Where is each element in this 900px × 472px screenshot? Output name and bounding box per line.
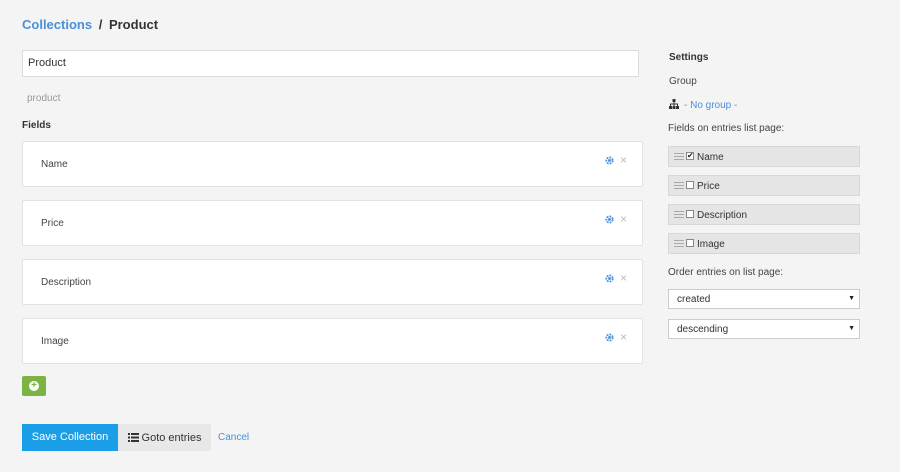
field-label: Description — [41, 277, 92, 288]
list-field-name[interactable]: ✔ Name — [668, 146, 860, 167]
gear-icon[interactable] — [605, 215, 614, 224]
list-field-checkbox[interactable] — [686, 181, 694, 189]
field-card-name[interactable]: Name × — [22, 141, 643, 187]
list-field-label: Image — [697, 239, 725, 250]
list-field-checkbox[interactable] — [686, 210, 694, 218]
settings-heading: Settings — [669, 52, 709, 63]
close-icon[interactable]: × — [620, 213, 627, 225]
add-field-button[interactable]: + — [22, 376, 46, 396]
list-field-price[interactable]: Price — [668, 175, 860, 196]
plus-icon: + — [29, 381, 39, 391]
drag-handle-icon[interactable] — [674, 211, 684, 219]
close-icon[interactable]: × — [620, 272, 627, 284]
chevron-down-icon: ▼ — [848, 325, 855, 332]
list-field-label: Price — [697, 181, 720, 192]
save-collection-button[interactable]: Save Collection — [22, 424, 118, 451]
gear-icon[interactable] — [605, 333, 614, 342]
breadcrumb-current: Product — [108, 17, 159, 32]
list-field-label: Name — [697, 152, 724, 163]
list-field-image[interactable]: Image — [668, 233, 860, 254]
goto-entries-button[interactable]: Goto entries — [118, 424, 211, 451]
field-label: Price — [41, 218, 64, 229]
gear-icon[interactable] — [605, 274, 614, 283]
field-label: Image — [41, 336, 69, 347]
order-direction-select[interactable]: descending ▼ — [668, 319, 860, 339]
group-select-link[interactable]: - No group - — [684, 100, 737, 111]
field-label: Name — [41, 159, 68, 170]
group-label: Group — [669, 76, 697, 87]
order-by-select[interactable]: created ▼ — [668, 289, 860, 309]
collection-slug: product — [27, 93, 61, 104]
order-entries-label: Order entries on list page: — [668, 267, 784, 278]
breadcrumb-collections-link[interactable]: Collections — [22, 17, 92, 32]
list-field-checkbox[interactable] — [686, 239, 694, 247]
close-icon[interactable]: × — [620, 331, 627, 343]
field-card-description[interactable]: Description × — [22, 259, 643, 305]
collection-name-input[interactable] — [22, 50, 639, 77]
chevron-down-icon: ▼ — [848, 295, 855, 302]
field-card-price[interactable]: Price × — [22, 200, 643, 246]
breadcrumb: Collections / Product — [22, 17, 158, 32]
close-icon[interactable]: × — [620, 154, 627, 166]
list-field-checkbox[interactable]: ✔ — [686, 152, 694, 160]
sitemap-icon — [669, 99, 679, 109]
drag-handle-icon[interactable] — [674, 153, 684, 161]
order-direction-value: descending — [677, 324, 729, 335]
drag-handle-icon[interactable] — [674, 182, 684, 190]
fields-heading: Fields — [22, 120, 51, 131]
breadcrumb-separator: / — [98, 17, 103, 32]
goto-entries-label: Goto entries — [141, 431, 202, 444]
list-field-description[interactable]: Description — [668, 204, 860, 225]
list-icon — [127, 433, 139, 442]
drag-handle-icon[interactable] — [674, 240, 684, 248]
cancel-link[interactable]: Cancel — [218, 432, 249, 443]
list-fields-label: Fields on entries list page: — [668, 123, 785, 134]
list-field-label: Description — [697, 210, 748, 221]
gear-icon[interactable] — [605, 156, 614, 165]
order-by-value: created — [677, 294, 711, 305]
field-card-image[interactable]: Image × — [22, 318, 643, 364]
